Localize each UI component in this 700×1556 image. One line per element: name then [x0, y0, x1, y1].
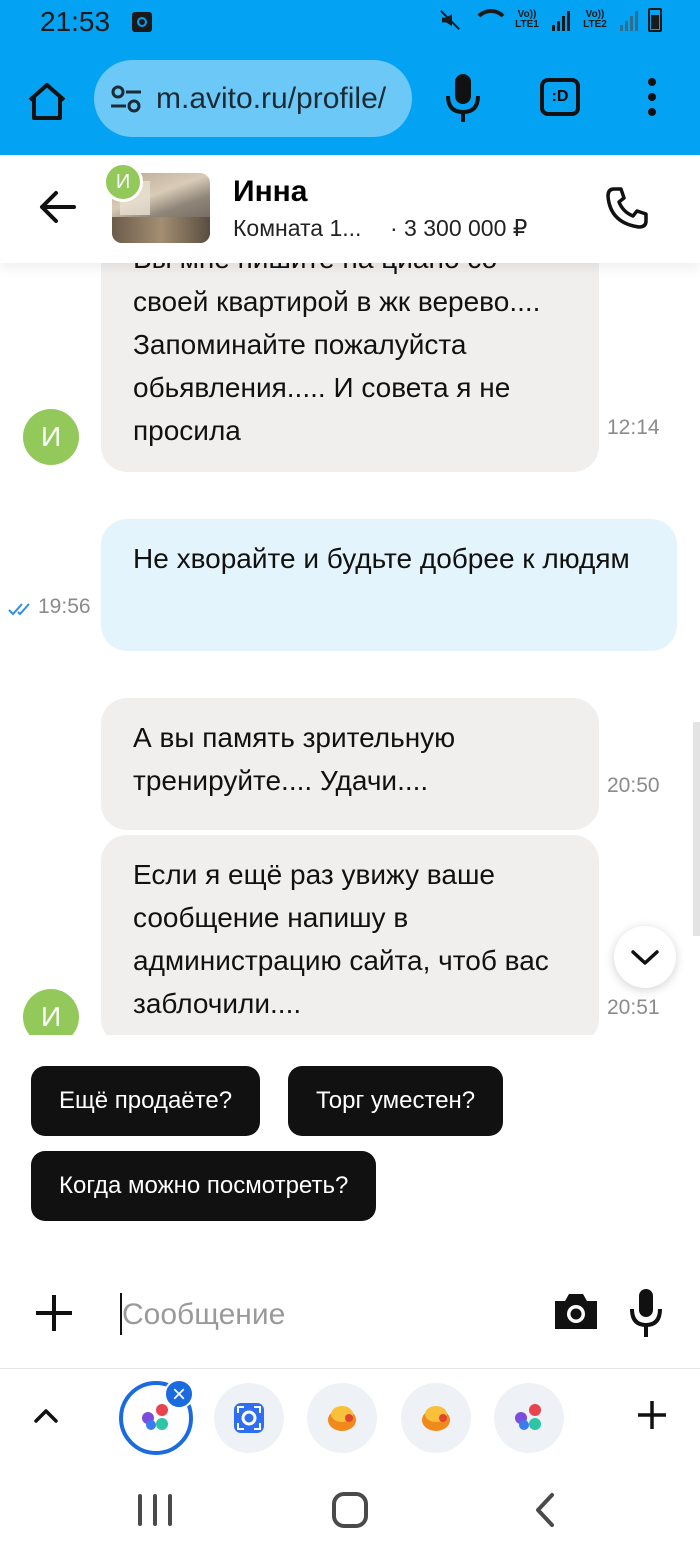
message-time: 19:56 — [38, 595, 91, 618]
status-time: 21:53 — [40, 6, 111, 37]
camera-icon[interactable] — [551, 1289, 601, 1333]
back-nav-icon[interactable] — [530, 1492, 560, 1528]
lens-app-icon[interactable] — [214, 1383, 284, 1453]
avito-app-icon-2[interactable] — [401, 1383, 471, 1453]
alarm-icon — [132, 12, 152, 32]
sim1-label: Vo)) LTE1 — [515, 9, 539, 30]
scroll-down-button[interactable] — [614, 926, 676, 988]
message-text: Если я ещё раз увижу ваше сообщение напи… — [133, 859, 549, 1019]
sender-avatar: И — [23, 989, 79, 1035]
message-time: 20:51 — [607, 996, 660, 1019]
voice-message-icon[interactable] — [628, 1287, 664, 1339]
system-nav-bar — [0, 1464, 700, 1556]
signal-icon — [552, 9, 570, 31]
message-time: 12:14 — [607, 416, 660, 439]
scrollbar[interactable] — [693, 722, 700, 936]
browser-toolbar: m.avito.ru/profile/ :D — [0, 50, 700, 155]
sim2-label: Vo)) LTE2 — [583, 9, 607, 30]
message-text: Не хворайте и будьте добрее к людям — [133, 543, 630, 574]
close-icon[interactable]: × — [164, 1379, 194, 1409]
signal-icon-2 — [620, 9, 638, 31]
sender-avatar: И — [23, 409, 79, 465]
contact-avatar: И — [103, 162, 143, 202]
quick-reply-still-selling[interactable]: Ещё продаёте? — [31, 1066, 261, 1136]
microphone-icon[interactable] — [440, 70, 486, 126]
message-text: А вы память зрительную тренируйте.... Уд… — [133, 722, 456, 796]
message-input[interactable] — [122, 1295, 522, 1335]
message-composer — [0, 1265, 700, 1365]
status-bar: 21:53 Vo)) LTE1 Vo)) LTE2 — [0, 0, 700, 50]
incoming-message[interactable]: Вы мне пишите на циано со своей квартиро… — [101, 263, 599, 472]
chevron-up-icon[interactable] — [32, 1405, 60, 1425]
url-text: m.avito.ru/profile/ — [156, 82, 387, 115]
home-nav-icon[interactable] — [332, 1492, 368, 1528]
message-time: 20:50 — [607, 774, 660, 797]
address-bar[interactable]: m.avito.ru/profile/ — [94, 60, 412, 137]
outgoing-message[interactable]: Не хворайте и будьте добрее к людям — [101, 519, 677, 651]
status-icons: Vo)) LTE1 Vo)) LTE2 — [438, 8, 662, 32]
site-settings-icon[interactable] — [110, 84, 142, 114]
read-receipt-icon — [8, 603, 30, 616]
more-menu-icon[interactable] — [644, 74, 660, 124]
recents-icon[interactable] — [138, 1494, 172, 1526]
app-tray: × — [0, 1368, 700, 1464]
home-icon[interactable] — [22, 76, 72, 126]
contact-name[interactable]: Инна — [233, 175, 308, 209]
battery-icon — [648, 8, 662, 32]
wifi-icon — [472, 9, 510, 31]
quick-reply-viewing[interactable]: Когда можно посмотреть? — [31, 1151, 377, 1221]
message-list[interactable]: Вы мне пишите на циано со своей квартиро… — [0, 263, 700, 1035]
tabs-button[interactable]: :D — [540, 78, 580, 116]
listing-price: · 3 300 000 ₽ — [390, 215, 528, 241]
listing-title[interactable]: Комната 1... — [233, 215, 361, 242]
avito-app-icon[interactable] — [307, 1383, 377, 1453]
incoming-message[interactable]: Если я ещё раз увижу ваше сообщение напи… — [101, 835, 599, 1035]
incoming-message[interactable]: А вы память зрительную тренируйте.... Уд… — [101, 698, 599, 830]
mute-icon — [438, 8, 462, 32]
attach-plus-icon[interactable] — [34, 1293, 74, 1333]
message-text: Вы мне пишите на циано со своей квартиро… — [133, 263, 541, 446]
phone-icon[interactable] — [604, 185, 650, 231]
add-app-icon[interactable] — [636, 1399, 668, 1431]
back-arrow-icon[interactable] — [36, 185, 80, 229]
quick-reply-bargain[interactable]: Торг уместен? — [288, 1066, 504, 1136]
assistant-app-icon-2[interactable] — [494, 1383, 564, 1453]
